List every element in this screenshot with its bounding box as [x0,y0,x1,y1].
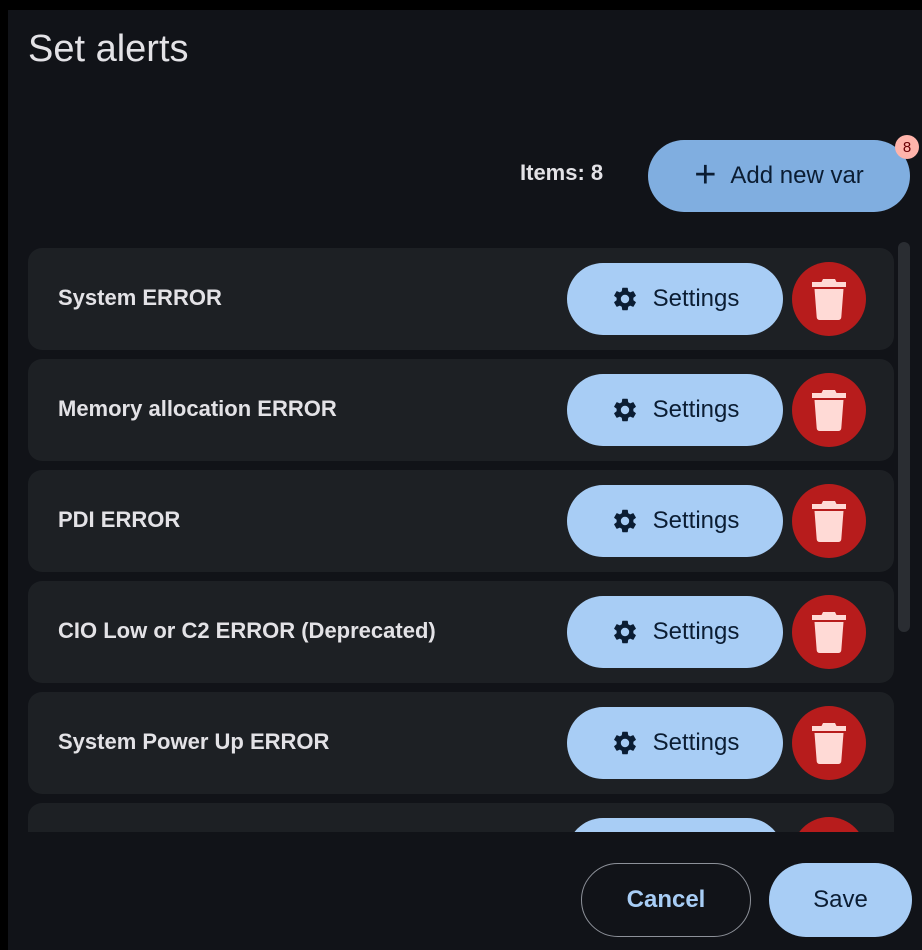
set-alerts-dialog: Set alerts Items: 8 + Add new var 8 Syst… [8,10,922,950]
settings-label: Settings [652,618,740,645]
alert-label: PDI ERROR [58,507,181,532]
add-new-var-label: Add new var [730,162,864,189]
delete-button[interactable] [792,706,866,780]
trash-icon [812,723,846,764]
count-badge: 8 [895,135,919,159]
alert-row: CIO Low or C2 ERROR (Deprecated) Setting… [28,581,894,683]
gear-icon [613,620,636,644]
delete-button[interactable] [792,484,866,558]
settings-button[interactable] [567,818,783,832]
settings-button[interactable]: Settings [567,374,783,446]
alert-label: CIO Low or C2 ERROR (Deprecated) [58,618,436,643]
settings-button[interactable]: Settings [567,596,783,668]
alerts-list[interactable]: System ERROR Settings Memory allocation … [28,248,894,832]
alert-row: PDI ERROR Settings [28,470,894,572]
alert-row: Memory allocation ERROR Settings [28,359,894,461]
dialog-title: Set alerts [28,28,189,70]
cancel-button[interactable]: Cancel [581,863,751,937]
save-button[interactable]: Save [769,863,912,937]
settings-button[interactable]: Settings [567,485,783,557]
alert-row: System Power Up ERROR Settings [28,692,894,794]
alert-row: System ERROR Settings [28,248,894,350]
gear-icon [613,509,636,533]
alert-label: System ERROR [58,285,222,310]
trash-icon [812,279,846,320]
alert-label: System Power Up ERROR [58,729,330,754]
gear-icon [613,398,636,422]
settings-label: Settings [652,396,740,423]
delete-button[interactable] [792,262,866,336]
delete-button[interactable] [792,817,866,832]
alert-label: Memory allocation ERROR [58,396,337,421]
trash-icon [812,612,846,653]
trash-icon [812,501,846,542]
items-count: Items: 8 [520,160,604,185]
settings-label: Settings [652,507,740,534]
settings-button[interactable]: Settings [567,707,783,779]
settings-label: Settings [652,729,740,756]
plus-icon: + [694,153,717,196]
scrollbar-thumb[interactable] [898,242,910,632]
settings-label: Settings [652,285,740,312]
alert-row [28,803,894,832]
add-new-var-button[interactable]: + Add new var [648,140,910,212]
gear-icon [613,287,636,311]
trash-icon [812,390,846,431]
settings-button[interactable]: Settings [567,263,783,335]
delete-button[interactable] [792,595,866,669]
delete-button[interactable] [792,373,866,447]
gear-icon [613,731,636,755]
